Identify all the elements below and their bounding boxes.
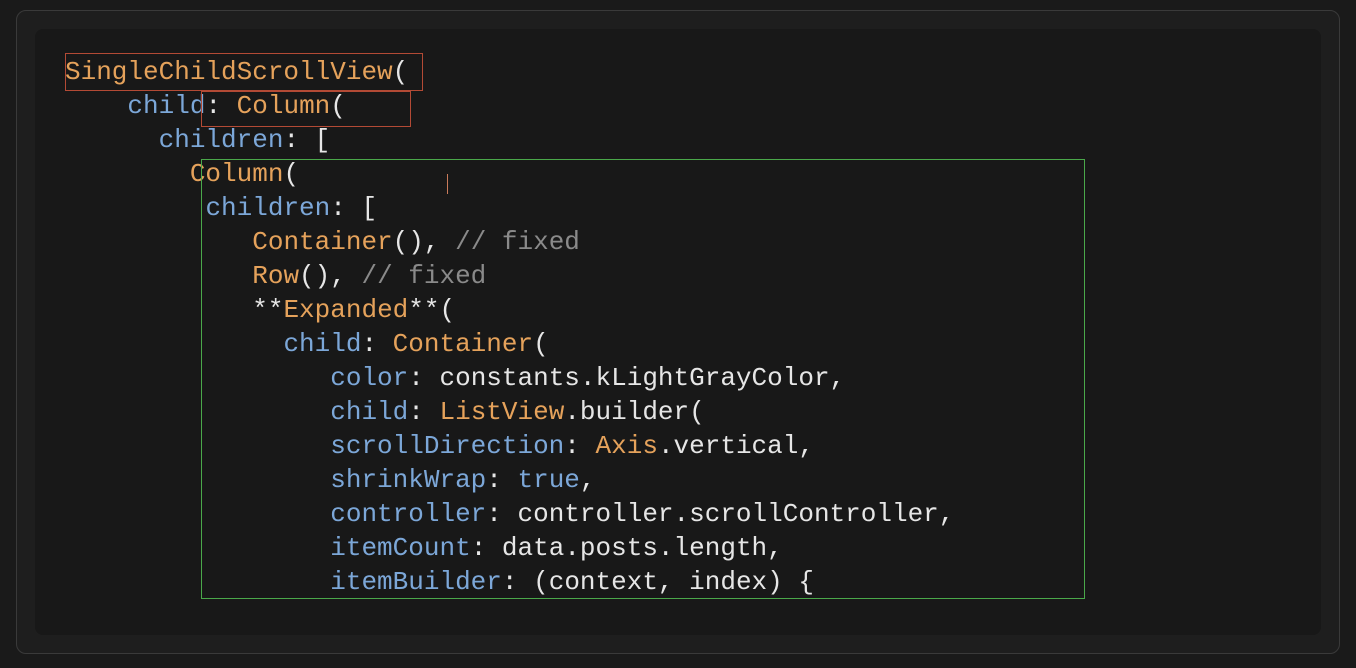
code-token: scrollDirection [330,431,564,461]
code-token: ( [440,295,456,325]
code-token: shrinkWrap [330,465,486,495]
code-token: ListView [439,397,564,427]
code-token: constants.kLightGrayColor, [439,363,845,393]
code-token: Row [252,261,299,291]
code-token: . [564,397,580,427]
code-token: : [502,567,533,597]
code-token: : [486,499,517,529]
code-token: children [205,193,330,223]
code-token: true [518,465,580,495]
code-token: Column [190,159,284,189]
code-token: vertical, [674,431,814,461]
code-token: Column [237,91,331,121]
code-token: : [564,431,595,461]
code-panel: SingleChildScrollView( child: Column( ch… [35,29,1321,635]
code-token: , [580,465,596,495]
code-token: (context, index) { [533,567,814,597]
code-token: (), [299,261,361,291]
code-token: // fixed [361,261,486,291]
code-token: Expanded [283,295,408,325]
code-token: : [408,397,439,427]
code-token: : [361,329,392,359]
code-token: : [205,91,236,121]
code-token: ** [252,295,283,325]
code-token: children [159,125,284,155]
code-token: : [ [330,193,377,223]
code-token: builder( [580,397,705,427]
code-token: // fixed [455,227,580,257]
code-token: ** [408,295,439,325]
code-token: itemCount [330,533,470,563]
code-token: ( [283,159,299,189]
code-token: controller.scrollController, [518,499,955,529]
code-token: : [486,465,517,495]
code-token: Container [393,329,533,359]
code-token: data.posts.length, [502,533,783,563]
code-token: child [127,91,205,121]
code-token: (), [393,227,455,257]
code-token: controller [330,499,486,529]
outer-panel: SingleChildScrollView( child: Column( ch… [16,10,1340,654]
code-block: SingleChildScrollView( child: Column( ch… [65,55,1291,599]
code-token: : [ [283,125,330,155]
code-token: itemBuilder [330,567,502,597]
code-token: Container [252,227,392,257]
code-token: ( [533,329,549,359]
code-token: : [471,533,502,563]
code-token: ( [393,57,409,87]
code-token: child [283,329,361,359]
code-token: Axis [596,431,658,461]
code-token: . [658,431,674,461]
code-token: : [408,363,439,393]
code-token: child [330,397,408,427]
code-token: color [330,363,408,393]
code-token: ( [330,91,346,121]
code-token: SingleChildScrollView [65,57,393,87]
